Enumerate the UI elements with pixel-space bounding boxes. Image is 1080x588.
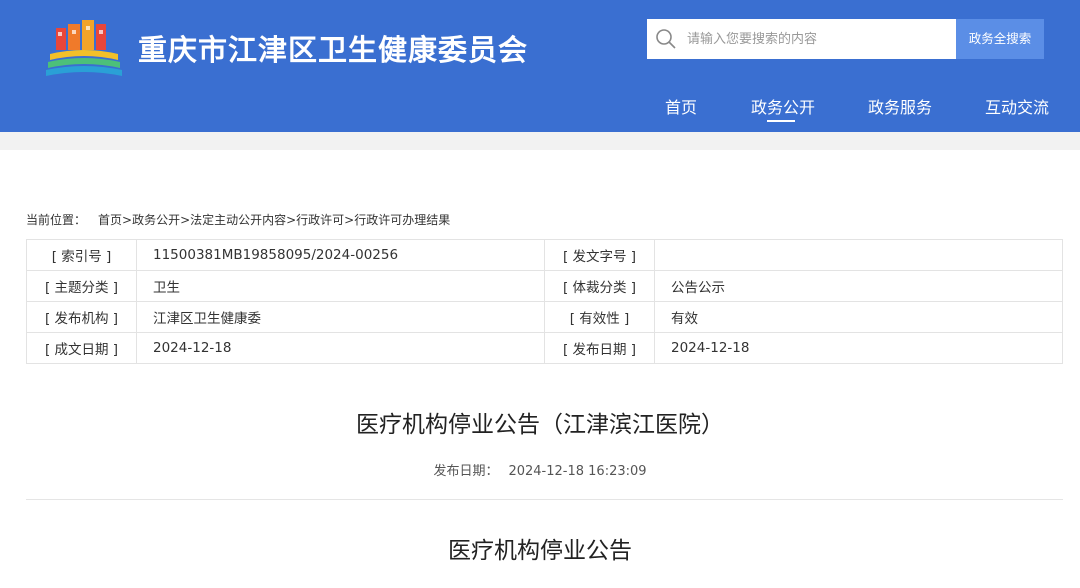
info-table: [ 索引号 ] 11500381MB19858095/2024-00256 [ …: [26, 239, 1063, 364]
search-input[interactable]: [687, 19, 949, 59]
table-row: [ 发布机构 ] 江津区卫生健康委 [ 有效性 ] 有效: [26, 301, 1063, 333]
nav-item-home[interactable]: 首页: [665, 94, 697, 118]
table-row: [ 主题分类 ] 卫生 [ 体裁分类 ] 公告公示: [26, 270, 1063, 302]
search-icon: [656, 29, 676, 49]
info-key: [ 有效性 ]: [544, 301, 655, 333]
info-key: [ 索引号 ]: [26, 239, 137, 271]
info-key: [ 成文日期 ]: [26, 332, 137, 364]
breadcrumb: 当前位置： 首页>政务公开>法定主动公开内容>行政许可>行政许可办理结果: [26, 211, 450, 228]
info-value: 有效: [654, 301, 1063, 333]
info-value: 江津区卫生健康委: [136, 301, 545, 333]
breadcrumb-label: 当前位置：: [26, 213, 87, 227]
table-row: [ 成文日期 ] 2024-12-18 [ 发布日期 ] 2024-12-18: [26, 332, 1063, 364]
info-key: [ 发布日期 ]: [544, 332, 655, 364]
info-value: 2024-12-18: [136, 332, 545, 364]
publish-label: 发布日期：: [433, 464, 499, 479]
logo-emblem-icon: [46, 20, 122, 76]
info-key: [ 发布机构 ]: [26, 301, 137, 333]
info-value: 卫生: [136, 270, 545, 302]
nav-item-interaction[interactable]: 互动交流: [985, 94, 1049, 118]
table-row: [ 索引号 ] 11500381MB19858095/2024-00256 [ …: [26, 239, 1063, 271]
site-logo[interactable]: [44, 18, 124, 80]
content-heading: 医疗机构停业公告: [448, 538, 632, 564]
info-key: [ 发文字号 ]: [544, 239, 655, 271]
search-button[interactable]: 政务全搜索: [956, 19, 1044, 59]
info-key: [ 体裁分类 ]: [544, 270, 655, 302]
publish-info: 发布日期： 2024-12-18 16:23:09: [0, 460, 1080, 479]
nav-item-government-services[interactable]: 政务服务: [868, 94, 932, 118]
info-key: [ 主题分类 ]: [26, 270, 137, 302]
info-value: 2024-12-18: [654, 332, 1063, 364]
nav-active-indicator: [767, 120, 795, 122]
site-header: 重庆市江津区卫生健康委员会 政务全搜索 首页 政务公开 政务服务 互动交流: [0, 0, 1080, 132]
publish-time: 2024-12-18 16:23:09: [508, 464, 647, 479]
breadcrumb-path[interactable]: 首页>政务公开>法定主动公开内容>行政许可>行政许可办理结果: [98, 213, 450, 227]
info-value: [654, 239, 1063, 271]
header-band: [0, 132, 1080, 150]
info-value: 11500381MB19858095/2024-00256: [136, 239, 545, 271]
divider: [26, 499, 1063, 500]
search-box: [647, 19, 956, 59]
info-value: 公告公示: [654, 270, 1063, 302]
article-title: 医疗机构停业公告（江津滨江医院）: [356, 412, 724, 438]
nav-item-government-affairs[interactable]: 政务公开: [751, 94, 815, 118]
site-title[interactable]: 重庆市江津区卫生健康委员会: [138, 27, 528, 69]
